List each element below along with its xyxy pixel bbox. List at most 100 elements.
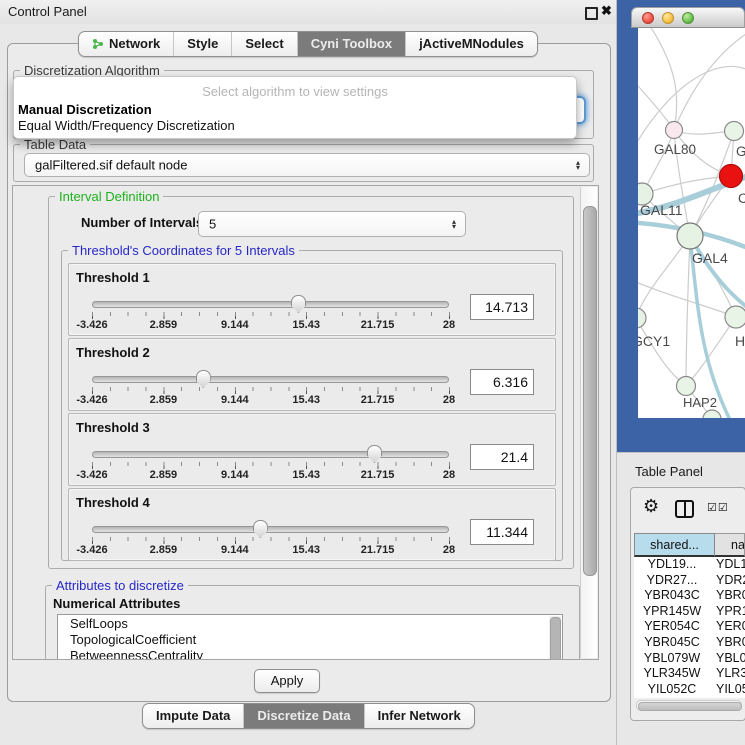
list-item[interactable]: BetweennessCentrality — [58, 647, 562, 660]
tab-impute-data[interactable]: Impute Data — [143, 704, 243, 728]
apply-button[interactable]: Apply — [254, 669, 320, 693]
close-window-icon[interactable] — [642, 12, 654, 24]
tab-style[interactable]: Style — [173, 32, 231, 56]
table-horizontal-scrollbar[interactable] — [636, 700, 742, 711]
screen: Control Panel ✖ Network Style Select Cyn… — [0, 0, 745, 745]
algorithm-dropdown-popup: Select algorithm to view settings Manual… — [13, 76, 577, 139]
close-icon[interactable]: ✖ — [601, 3, 612, 19]
control-panel-titlebar: Control Panel ✖ — [0, 0, 616, 24]
node-hap2[interactable] — [677, 377, 696, 396]
table-panel: Table Panel ⚙ ☑☑ shared... name YDL19...… — [617, 452, 745, 745]
tab-jactivemnodules[interactable]: jActiveMNodules — [405, 32, 537, 56]
table-row[interactable]: YBR043CYBR043C — [634, 588, 745, 604]
label-gal11: GAL11 — [640, 202, 683, 218]
threshold-1-value-field[interactable] — [470, 294, 534, 320]
table-row[interactable]: YLR345WYLR345W — [634, 666, 745, 682]
threshold-2-slider-thumb[interactable] — [196, 370, 211, 388]
dropdown-option-manual-discretization[interactable]: Manual Discretization — [18, 102, 152, 117]
settings-scrollbar-thumb[interactable] — [583, 206, 597, 576]
node-green[interactable] — [725, 306, 745, 328]
settings-scrollbar-track[interactable] — [580, 187, 597, 658]
node-gcy1[interactable] — [638, 308, 646, 328]
num-intervals-value: 5 — [209, 217, 216, 232]
table-row[interactable]: YER054CYER054C — [634, 619, 745, 635]
list-scrollbar[interactable] — [549, 616, 561, 660]
label-partial-g: GA — [736, 144, 745, 159]
tab-cyni-toolbox[interactable]: Cyni Toolbox — [297, 32, 405, 56]
num-intervals-label: Number of Intervals — [81, 215, 203, 230]
table-row[interactable]: YIL052CYIL052C — [634, 682, 745, 698]
num-intervals-combobox[interactable]: 5 ▴▾ — [198, 211, 466, 237]
threshold-4-value-field[interactable] — [470, 519, 534, 545]
network-window-titlebar[interactable] — [631, 7, 745, 28]
network-nodes[interactable] — [638, 122, 745, 419]
threshold-2-label: Threshold 2 — [76, 345, 150, 360]
column-header-shared-name[interactable]: shared... — [634, 533, 715, 557]
tab-network[interactable]: Network — [79, 32, 173, 56]
table-data-group: Table Data galFiltered.sif default node … — [13, 144, 594, 182]
control-panel-window: Control Panel ✖ Network Style Select Cyn… — [0, 0, 617, 745]
zoom-window-icon[interactable] — [682, 12, 694, 24]
node-green[interactable] — [703, 410, 721, 418]
threshold-1-slider-track[interactable] — [92, 301, 449, 308]
tick-marks — [92, 537, 450, 541]
table-row[interactable]: YDL19...YDL19... — [634, 557, 745, 573]
label-gal80: GAL80 — [654, 142, 696, 157]
table-row[interactable]: YBR045CYBR045C — [634, 635, 745, 651]
threshold-1-panel: Threshold 1 -3.426 2.859 9.144 15.43 21.… — [68, 263, 556, 336]
numerical-attributes-label: Numerical Attributes — [53, 596, 180, 611]
table-row[interactable]: YPR145WYPR145W — [634, 604, 745, 620]
node-red-selected[interactable] — [720, 165, 743, 188]
tab-infer-network[interactable]: Infer Network — [364, 704, 474, 728]
table-row[interactable]: YDR27...YDR27... — [634, 573, 745, 589]
tick-labels: -3.426 2.859 9.144 15.43 21.715 28 — [92, 544, 449, 556]
tick-marks — [92, 462, 450, 466]
threshold-4-label: Threshold 4 — [76, 495, 150, 510]
tick-labels: -3.426 2.859 9.144 15.43 21.715 28 — [92, 394, 449, 406]
settings-scrollpane: Interval Definition Number of Intervals … — [12, 185, 599, 660]
split-view-icon[interactable] — [675, 500, 694, 518]
label-partial-c: C — [738, 191, 745, 206]
select-columns-icon[interactable]: ☑☑ — [707, 501, 729, 514]
tick-labels: -3.426 2.859 9.144 15.43 21.715 28 — [92, 469, 449, 481]
dropdown-option-equal-width-frequency[interactable]: Equal Width/Frequency Discretization — [18, 118, 235, 133]
tab-select[interactable]: Select — [231, 32, 296, 56]
node-gal4[interactable] — [677, 223, 703, 249]
column-header-name[interactable]: name — [715, 533, 745, 557]
table-panel-title: Table Panel — [635, 464, 703, 479]
tab-discretize-data[interactable]: Discretize Data — [243, 704, 363, 728]
node-green[interactable] — [725, 122, 744, 141]
bottom-tab-bar: Impute Data Discretize Data Infer Networ… — [142, 703, 475, 729]
list-item[interactable]: TopologicalCoefficient — [58, 631, 562, 647]
label-hap2: HAP2 — [683, 395, 717, 410]
table-data-value: galFiltered.sif default node — [35, 158, 187, 173]
float-panel-icon[interactable] — [585, 7, 598, 20]
network-canvas[interactable]: GAL80 GA C GAL11 GAL4 GCY1 H HAP2 — [638, 28, 745, 418]
threshold-4-slider-track[interactable] — [92, 526, 449, 533]
threshold-4-panel: Threshold 4 -3.426 2.859 9.144 15.43 21.… — [68, 488, 556, 561]
tab-network-label: Network — [109, 36, 160, 51]
threshold-3-slider-track[interactable] — [92, 451, 449, 458]
threshold-2-slider-track[interactable] — [92, 376, 449, 383]
network-graph: GAL80 GA C GAL11 GAL4 GCY1 H HAP2 — [638, 28, 745, 418]
tick-marks — [92, 312, 450, 316]
table-data-combobox[interactable]: galFiltered.sif default node ▴▾ — [24, 153, 590, 177]
threshold-3-slider-thumb[interactable] — [367, 445, 382, 463]
threshold-4-slider-thumb[interactable] — [253, 520, 268, 538]
list-item[interactable]: SelfLoops — [58, 615, 562, 631]
threshold-3-value-field[interactable] — [470, 444, 534, 470]
table-row[interactable]: YBL079WYBL079W — [634, 651, 745, 667]
gear-icon[interactable]: ⚙ — [643, 496, 659, 517]
attributes-list: SelfLoops TopologicalCoefficient Between… — [57, 614, 563, 660]
threshold-1-slider-thumb[interactable] — [291, 295, 306, 313]
minimize-window-icon[interactable] — [662, 12, 674, 24]
dropdown-prompt: Select algorithm to view settings — [14, 84, 576, 99]
scrollbar-thumb[interactable] — [638, 702, 742, 711]
tick-marks — [92, 387, 450, 391]
thresholds-group-title: Threshold's Coordinates for 5 Intervals — [68, 243, 299, 258]
threshold-2-value-field[interactable] — [470, 369, 534, 395]
window-title: Control Panel — [8, 4, 87, 19]
threshold-3-panel: Threshold 3 -3.426 2.859 9.144 15.43 21.… — [68, 413, 556, 486]
table-data-group-title: Table Data — [20, 137, 90, 152]
node-pink[interactable] — [666, 122, 683, 139]
